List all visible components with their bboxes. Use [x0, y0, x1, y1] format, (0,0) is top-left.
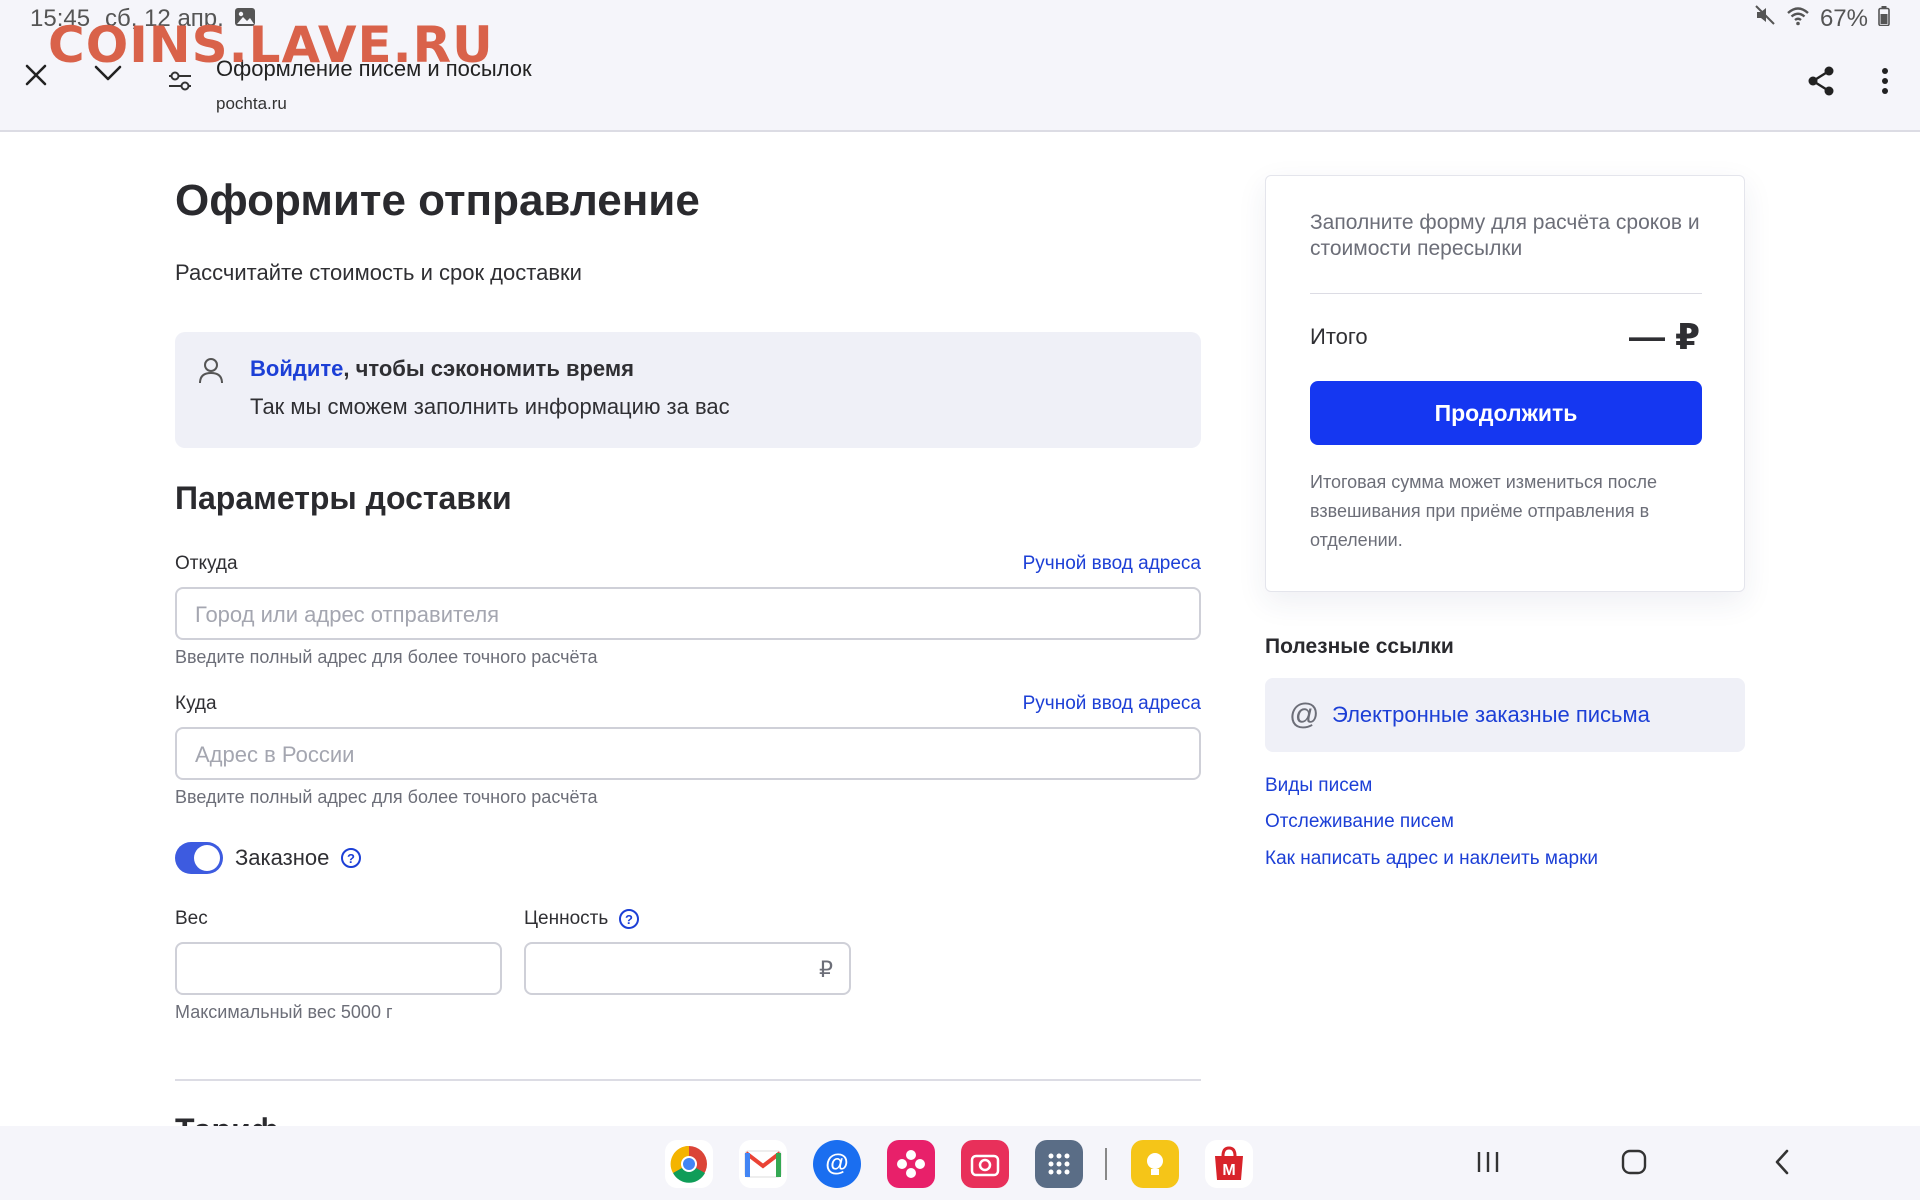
- from-label: Откуда: [175, 553, 238, 574]
- login-prompt-rest: , чтобы сэкономить время: [343, 356, 634, 381]
- watermark: COINS.LAVE.RU: [48, 16, 494, 74]
- from-address-input[interactable]: Город или адрес отправителя: [175, 587, 1201, 640]
- apps-grid-icon[interactable]: [1035, 1140, 1083, 1188]
- total-label: Итого: [1310, 324, 1368, 349]
- value-label: Ценность: [524, 908, 609, 929]
- notes-app-icon[interactable]: [1131, 1140, 1179, 1188]
- section-title-tariff: Тариф: [175, 1112, 279, 1126]
- user-icon: [197, 356, 225, 389]
- weight-input[interactable]: [175, 942, 502, 995]
- address-stamps-link[interactable]: Как написать адрес и наклеить марки: [1265, 848, 1598, 870]
- battery-percent: 67%: [1819, 4, 1868, 32]
- taskbar: @ M: [0, 1126, 1920, 1200]
- page-subtitle: Рассчитайте стоимость и срок доставки: [175, 260, 582, 285]
- wifi-icon: [1786, 5, 1810, 33]
- summary-note: Итоговая сумма может измениться после вз…: [1310, 472, 1658, 550]
- battery-icon: [1878, 5, 1890, 33]
- section-title-delivery: Параметры доставки: [175, 480, 512, 516]
- from-manual-address-link[interactable]: Ручной ввод адреса: [1023, 553, 1201, 575]
- to-hint: Введите полный адрес для более точного р…: [175, 787, 598, 807]
- at-sign-icon: @: [1289, 698, 1320, 731]
- from-address-placeholder: Город или адрес отправителя: [195, 602, 500, 627]
- registered-label: Заказное: [235, 845, 330, 870]
- section-divider: [175, 1079, 1201, 1081]
- useful-links-title: Полезные ссылки: [1265, 635, 1454, 658]
- login-prompt: Войдите, чтобы сэкономить время: [250, 356, 634, 382]
- page-url[interactable]: pochta.ru: [216, 94, 287, 114]
- dock-separator: [1105, 1148, 1107, 1180]
- value-help-icon[interactable]: ?: [619, 909, 639, 929]
- share-icon: [1806, 65, 1836, 102]
- to-address-placeholder: Адрес в России: [195, 742, 355, 767]
- recent-apps-button[interactable]: [1468, 1146, 1508, 1182]
- svg-text:M: M: [1222, 1162, 1235, 1179]
- mvideo-app-icon[interactable]: M: [1205, 1140, 1253, 1188]
- weight-label: Вес: [175, 908, 208, 929]
- more-vert-icon: [1881, 67, 1889, 100]
- recent-apps-icon: [1475, 1150, 1501, 1179]
- toggle-knob: [194, 845, 220, 871]
- gmail-app-icon[interactable]: [739, 1140, 787, 1188]
- gallery-app-icon[interactable]: [887, 1140, 935, 1188]
- letter-types-link[interactable]: Виды писем: [1265, 775, 1372, 797]
- mute-icon: [1754, 4, 1776, 33]
- to-label: Куда: [175, 693, 217, 714]
- home-button[interactable]: [1614, 1146, 1654, 1182]
- share-button[interactable]: [1796, 58, 1846, 108]
- to-manual-address-link[interactable]: Ручной ввод адреса: [1023, 693, 1201, 715]
- more-options-button[interactable]: [1860, 58, 1910, 108]
- continue-button[interactable]: Продолжить: [1310, 381, 1702, 445]
- mail-ru-app-icon[interactable]: @: [813, 1140, 861, 1188]
- back-icon: [1773, 1148, 1791, 1181]
- page-title: Оформите отправление: [175, 176, 700, 225]
- registered-toggle[interactable]: [175, 842, 223, 874]
- summary-divider: [1310, 293, 1702, 294]
- camera-app-icon[interactable]: [961, 1140, 1009, 1188]
- e-registered-letters-label: Электронные заказные письма: [1332, 702, 1650, 727]
- back-button[interactable]: [1762, 1146, 1802, 1182]
- login-banner: Войдите, чтобы сэкономить время Так мы с…: [175, 332, 1201, 448]
- weight-hint: Максимальный вес 5000 г: [175, 1002, 393, 1022]
- registered-help-icon[interactable]: ?: [341, 848, 361, 868]
- letter-tracking-link[interactable]: Отслеживание писем: [1265, 811, 1454, 833]
- to-address-input[interactable]: Адрес в России: [175, 727, 1201, 780]
- value-input[interactable]: ₽: [524, 942, 851, 995]
- ruble-icon: ₽: [819, 957, 833, 982]
- total-value: — ₽: [1628, 316, 1700, 357]
- summary-info: Заполните форму для расчёта сроков и сто…: [1310, 211, 1700, 260]
- page-content: Оформите отправление Рассчитайте стоимос…: [0, 134, 1920, 1126]
- chrome-app-icon[interactable]: [665, 1140, 713, 1188]
- summary-card: Заполните форму для расчёта сроков и сто…: [1265, 175, 1745, 592]
- home-icon: [1621, 1149, 1647, 1180]
- from-hint: Введите полный адрес для более точного р…: [175, 647, 598, 667]
- close-icon: [24, 63, 48, 92]
- login-link[interactable]: Войдите: [250, 356, 343, 381]
- status-right: 67%: [1754, 4, 1890, 33]
- login-description: Так мы сможем заполнить информацию за ва…: [250, 394, 730, 419]
- e-registered-letters-link[interactable]: @ Электронные заказные письма: [1265, 678, 1745, 752]
